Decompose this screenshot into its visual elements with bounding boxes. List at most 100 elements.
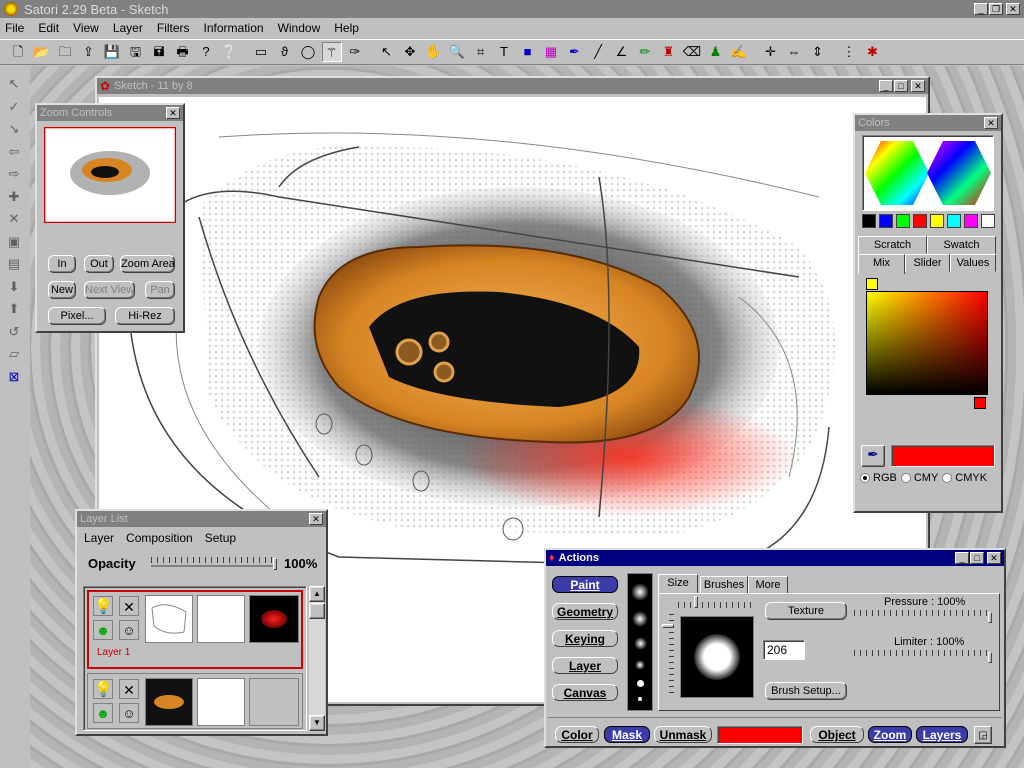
canvas-button[interactable]: Canvas (552, 684, 618, 701)
layer-list-scrollbar[interactable]: ▲ ▼ (309, 586, 325, 731)
opacity-thumb[interactable] (273, 558, 277, 570)
layer-row[interactable]: 💡 ✕ ☻ ☺ (87, 673, 303, 729)
mask-icon[interactable]: ☻ (93, 620, 113, 640)
open-file-icon[interactable]: 📂 (32, 42, 52, 62)
save-image-icon[interactable]: 🖬 (149, 42, 169, 62)
pressure-thumb[interactable] (988, 612, 992, 623)
brush-preset[interactable] (633, 637, 647, 650)
channel-icon[interactable]: ☺ (119, 620, 139, 640)
mix-corner-red[interactable] (974, 397, 986, 409)
visibility-icon[interactable]: 💡 (93, 679, 113, 699)
pixel-button[interactable]: Pixel... (48, 307, 106, 325)
arrow-right-icon[interactable]: ⇨ (4, 164, 24, 184)
mask-icon[interactable]: ☻ (93, 703, 113, 723)
gradient-icon[interactable]: ▦ (541, 42, 561, 62)
zoom-preview[interactable] (44, 127, 176, 223)
tab-more[interactable]: More (748, 576, 788, 594)
smudge-tool-icon[interactable]: ✍ (729, 42, 749, 62)
color-swatch[interactable] (879, 214, 893, 228)
angle-tool-icon[interactable]: ∠ (612, 42, 632, 62)
color-mix-area[interactable] (866, 291, 988, 395)
help-icon[interactable]: ❔ (220, 42, 240, 62)
keying-button[interactable]: Keying (552, 630, 618, 647)
color-swatch[interactable] (913, 214, 927, 228)
color-wheel[interactable] (862, 135, 994, 211)
brush-horizontal-thumb[interactable] (694, 596, 698, 608)
color-swatch[interactable] (947, 214, 961, 228)
color-swatch[interactable] (930, 214, 944, 228)
texture-button[interactable]: Texture (765, 602, 847, 620)
brush-select-icon[interactable]: ✑ (345, 42, 365, 62)
brush-preset[interactable] (632, 611, 648, 627)
rotate-icon[interactable]: ↺ (4, 322, 24, 342)
zoom-tool-icon[interactable]: 🔍 (447, 42, 467, 62)
sketch-close-button[interactable]: ✕ (911, 80, 925, 92)
delete-icon[interactable]: ✕ (4, 209, 24, 229)
panel-toggle-button[interactable]: ◲ (974, 726, 992, 744)
tab-scratch[interactable]: Scratch (858, 236, 927, 254)
tab-swatch[interactable]: Swatch (927, 236, 996, 254)
pressure-slider[interactable] (854, 610, 992, 624)
copy-icon[interactable]: ▣ (4, 232, 24, 252)
arrow-up-icon[interactable]: ⬆ (4, 299, 24, 319)
arrow-down-icon[interactable]: ⬇ (4, 277, 24, 297)
color-swatch[interactable] (862, 214, 876, 228)
menu-layer[interactable]: Layer (113, 21, 143, 35)
sketch-minimize-button[interactable]: _ (879, 80, 893, 92)
geometry-button[interactable]: Geometry (552, 603, 618, 620)
brush-vertical-slider[interactable] (662, 614, 674, 698)
brush-preset[interactable] (636, 680, 644, 687)
pointer-icon[interactable]: ↖ (4, 74, 24, 94)
visibility-icon[interactable]: 💡 (93, 596, 113, 616)
actions-close-button[interactable]: ✕ (987, 552, 1001, 564)
layer-menu-setup[interactable]: Setup (205, 531, 236, 545)
eyedropper-button[interactable]: ✒ (861, 445, 885, 467)
menu-view[interactable]: View (73, 21, 99, 35)
color-swatch[interactable] (896, 214, 910, 228)
zoom-in-button[interactable]: In (48, 255, 76, 273)
mix-corner-yellow[interactable] (866, 278, 878, 290)
zoom-controls-close-button[interactable]: ✕ (166, 107, 180, 119)
new-view-button[interactable]: New (48, 281, 76, 299)
colors-close-button[interactable]: ✕ (984, 117, 998, 129)
pan-button[interactable]: Pan (145, 281, 175, 299)
text-tool-icon[interactable]: T (494, 42, 514, 62)
stamp-tool-icon[interactable]: ♜ (659, 42, 679, 62)
deselect-icon[interactable]: ↘ (4, 119, 24, 139)
transform-icon[interactable]: ⊠ (4, 367, 24, 387)
tab-size[interactable]: Size (658, 574, 698, 594)
fill-tool-icon[interactable]: ♟ (706, 42, 726, 62)
lasso-tool-icon[interactable]: ϑ (275, 42, 295, 62)
save-icon[interactable]: 💾 (102, 42, 122, 62)
scroll-down-button[interactable]: ▼ (309, 715, 325, 731)
magic-wand-icon[interactable]: ⚚ (321, 42, 342, 62)
menu-filters[interactable]: Filters (157, 21, 190, 35)
print-icon[interactable]: 🖶 (173, 42, 193, 62)
import-icon[interactable]: ⇪ (79, 42, 99, 62)
object-button[interactable]: Object (810, 726, 864, 743)
layers-button[interactable]: Layers (916, 726, 968, 743)
radio-cmyk[interactable]: CMYK (942, 472, 987, 484)
tab-values[interactable]: Values (950, 254, 996, 272)
flip-vertical-icon[interactable]: ⇕ (808, 42, 828, 62)
open-image-icon[interactable]: 🗀 (55, 42, 75, 62)
delete-layer-icon[interactable]: ✕ (119, 679, 139, 699)
layer-menu-composition[interactable]: Composition (126, 531, 193, 545)
paste-icon[interactable]: ▤ (4, 254, 24, 274)
brush-preset[interactable] (638, 697, 642, 701)
line-tool-icon[interactable]: ╱ (588, 42, 608, 62)
close-button[interactable]: ✕ (1006, 3, 1020, 15)
layer-menu-layer[interactable]: Layer (84, 531, 114, 545)
skew-icon[interactable]: ▱ (4, 344, 24, 364)
crop-tool-icon[interactable]: ⌗ (471, 42, 491, 62)
flip-horizontal-icon[interactable]: ⇔ (784, 42, 804, 62)
context-help-icon[interactable]: ? (196, 42, 216, 62)
brush-horizontal-slider[interactable] (678, 596, 752, 610)
arrow-left-icon[interactable]: ⇦ (4, 142, 24, 162)
menu-window[interactable]: Window (278, 21, 321, 35)
new-file-icon[interactable]: 🗋 (8, 42, 28, 62)
radio-rgb[interactable]: RGB (860, 472, 897, 484)
hi-rez-button[interactable]: Hi-Rez (115, 307, 175, 325)
actions-current-color[interactable] (717, 726, 803, 744)
brush-preset[interactable] (631, 583, 649, 601)
